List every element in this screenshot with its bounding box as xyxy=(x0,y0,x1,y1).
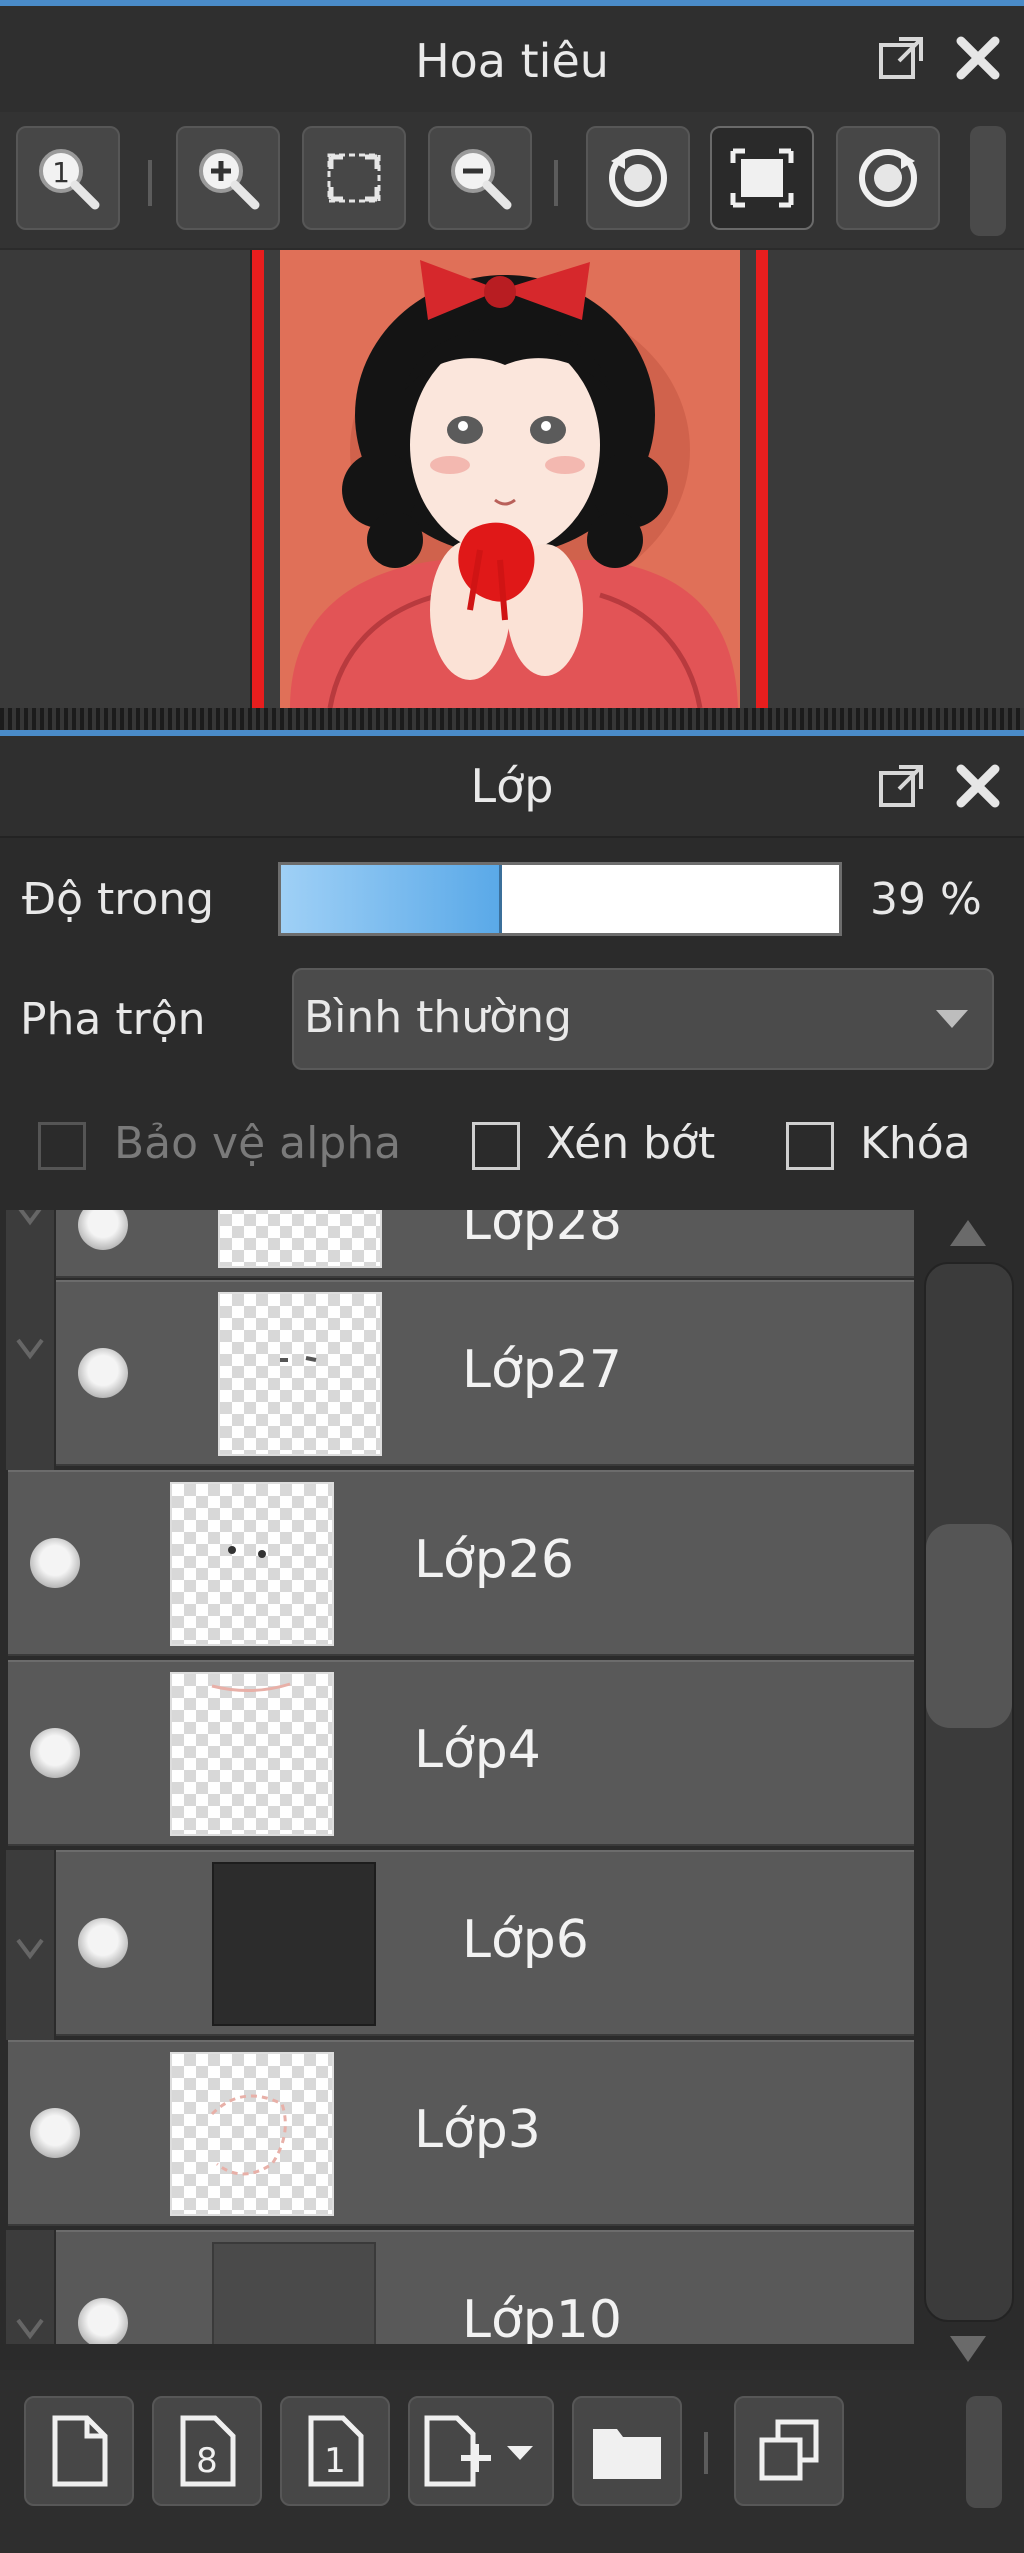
clipping-label: Xén bớt xyxy=(546,1118,716,1169)
layer-thumbnail xyxy=(218,1210,382,1268)
zoom-out-button[interactable] xyxy=(428,126,532,230)
popout-icon[interactable] xyxy=(872,756,932,816)
scrollbar-thumb[interactable] xyxy=(926,1524,1012,1728)
layer-row[interactable]: Lớp4 xyxy=(8,1660,914,1846)
protect-alpha-checkbox[interactable] xyxy=(38,1122,86,1170)
add-layer-dropdown-button[interactable] xyxy=(408,2396,554,2506)
blend-mode-select[interactable]: Bình thường xyxy=(292,968,994,1070)
rotate-left-button[interactable] xyxy=(586,126,690,230)
visibility-icon[interactable] xyxy=(30,2108,80,2158)
toolbar-separator xyxy=(148,160,152,206)
toolbar-separator xyxy=(704,2432,708,2474)
svg-text:1: 1 xyxy=(52,156,70,189)
new-8bit-layer-button[interactable]: 8 xyxy=(152,2396,262,2506)
layers-header: Lớp xyxy=(0,736,1024,838)
artwork-thumbnail xyxy=(250,250,768,709)
navigator-toolbar: 1 xyxy=(0,112,1024,248)
zoom-in-icon xyxy=(199,149,260,210)
lock-label: Khóa xyxy=(860,1118,971,1169)
layer-thumbnail xyxy=(218,1292,382,1456)
clipping-checkbox[interactable] xyxy=(472,1122,520,1170)
new-8bit-layer-icon: 8 xyxy=(180,2415,236,2487)
close-icon[interactable] xyxy=(948,756,1008,816)
blend-mode-label: Pha trộn xyxy=(20,994,206,1045)
layers-title: Lớp xyxy=(470,759,554,813)
svg-text:8: 8 xyxy=(196,2441,218,2481)
zoom-out-icon xyxy=(451,149,512,210)
fit-screen-icon xyxy=(327,153,381,203)
layer-thumbnail xyxy=(170,1482,334,1646)
new-layer-button[interactable] xyxy=(24,2396,134,2506)
blend-mode-value: Bình thường xyxy=(304,992,572,1043)
opacity-slider[interactable] xyxy=(278,862,842,936)
scrollbar-track[interactable] xyxy=(924,1262,1014,2322)
layer-row[interactable]: Lớp27 xyxy=(56,1280,914,1466)
toolbar-separator xyxy=(554,160,558,206)
zoom-in-button[interactable] xyxy=(176,126,280,230)
scroll-down-icon[interactable] xyxy=(948,2334,988,2364)
layer-thumbnail xyxy=(170,2052,334,2216)
clipping-indicator xyxy=(6,1280,54,1470)
rotate-right-icon xyxy=(859,149,917,207)
popout-icon[interactable] xyxy=(872,28,932,88)
actions-scroll-handle[interactable] xyxy=(966,2396,1002,2508)
close-icon[interactable] xyxy=(948,28,1008,88)
navigator-title: Hoa tiêu xyxy=(415,34,609,88)
duplicate-layer-button[interactable] xyxy=(734,2396,844,2506)
new-1bit-layer-button[interactable]: 1 xyxy=(280,2396,390,2506)
layer-name: Lớp4 xyxy=(414,1720,541,1780)
clipping-indicator xyxy=(6,1850,54,2040)
visibility-icon[interactable] xyxy=(30,1538,80,1588)
add-layer-dropdown-icon xyxy=(424,2415,533,2487)
layer-name: Lớp3 xyxy=(414,2100,541,2160)
clipping-indicator xyxy=(6,2230,54,2344)
new-1bit-layer-icon: 1 xyxy=(308,2415,364,2487)
layer-name: Lớp27 xyxy=(462,1340,622,1400)
layer-thumbnail xyxy=(212,2242,376,2344)
layer-row[interactable]: Lớp26 xyxy=(8,1470,914,1656)
layer-name: Lớp26 xyxy=(414,1530,574,1590)
navigator-header: Hoa tiêu xyxy=(0,6,1024,118)
layer-name: Lớp28 xyxy=(462,1210,622,1252)
toolbar-scroll-handle[interactable] xyxy=(970,126,1006,236)
chevron-down-icon xyxy=(936,1010,968,1028)
layer-thumbnail xyxy=(212,1862,376,2026)
rotate-right-button[interactable] xyxy=(836,126,940,230)
protect-alpha-label: Bảo vệ alpha xyxy=(114,1118,402,1169)
rotate-left-icon xyxy=(609,149,667,207)
layer-list: Lớp28 Lớp27 Lớp26 Lớp4 Lớp6 Lớp3 Lớp10 xyxy=(0,1210,920,2344)
visibility-icon[interactable] xyxy=(78,1210,128,1250)
layer-name: Lớp6 xyxy=(462,1910,589,1970)
lock-checkbox[interactable] xyxy=(786,1122,834,1170)
opacity-label: Độ trong xyxy=(22,874,215,925)
new-folder-button[interactable] xyxy=(572,2396,682,2506)
opacity-slider-fill xyxy=(281,865,502,933)
layer-row[interactable]: Lớp3 xyxy=(8,2040,914,2226)
reset-view-icon xyxy=(730,148,794,208)
layer-row[interactable]: Lớp10 xyxy=(56,2230,914,2344)
folder-icon xyxy=(593,2429,661,2479)
scroll-up-icon[interactable] xyxy=(948,1218,988,1248)
visibility-icon[interactable] xyxy=(78,1348,128,1398)
navigator-preview[interactable] xyxy=(0,250,1024,709)
layer-row[interactable]: Lớp28 xyxy=(56,1210,914,1278)
layer-actions-bar: 8 1 xyxy=(0,2370,1024,2553)
svg-text:1: 1 xyxy=(324,2441,346,2481)
layer-name: Lớp10 xyxy=(462,2290,622,2344)
visibility-icon[interactable] xyxy=(78,2298,128,2344)
layer-thumbnail xyxy=(170,1672,334,1836)
layer-row[interactable]: Lớp6 xyxy=(56,1850,914,2036)
new-layer-icon xyxy=(52,2415,108,2487)
visibility-icon[interactable] xyxy=(78,1918,128,1968)
duplicate-layer-icon xyxy=(759,2419,819,2481)
fit-button[interactable] xyxy=(302,126,406,230)
visibility-icon[interactable] xyxy=(30,1728,80,1778)
actual-size-button[interactable]: 1 xyxy=(16,126,120,230)
zoom-1-1-icon: 1 xyxy=(39,149,100,210)
panel-splitter[interactable] xyxy=(0,708,1024,730)
reset-view-button[interactable] xyxy=(710,126,814,230)
opacity-value: 39 % xyxy=(870,874,982,925)
